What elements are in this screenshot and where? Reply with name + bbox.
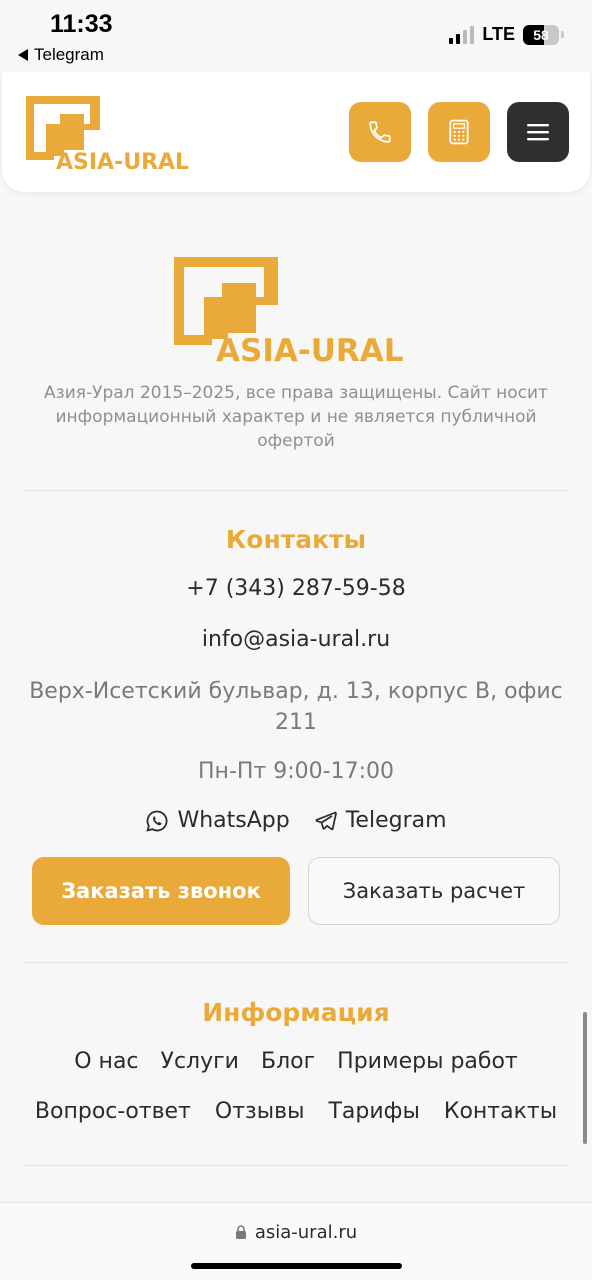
email-link[interactable]: info@asia-ural.ru: [0, 627, 592, 652]
nav-link-contacts[interactable]: Контакты: [444, 1099, 557, 1124]
url-text: asia-ural.ru: [254, 1222, 358, 1243]
calculator-icon: [449, 119, 469, 145]
phone-icon: [369, 121, 391, 143]
back-app-label: Telegram: [34, 45, 104, 64]
info-links-row-2: Вопрос-ответ Отзывы Тарифы Контакты: [0, 1099, 592, 1124]
back-arrow-icon: [18, 49, 28, 61]
nav-link-faq[interactable]: Вопрос-ответ: [35, 1099, 191, 1124]
status-bar: 11:33 Telegram LTE 58: [0, 0, 592, 70]
back-to-telegram[interactable]: Telegram: [18, 45, 104, 65]
order-calculation-button[interactable]: Заказать расчет: [308, 857, 560, 925]
info-links-row-1: О нас Услуги Блог Примеры работ: [0, 1049, 592, 1074]
telegram-icon: [315, 811, 337, 830]
status-indicators: LTE 58: [449, 24, 564, 45]
phone-button[interactable]: [349, 102, 411, 162]
copyright-text: Азия-Урал 2015–2025, все права защищены.…: [44, 383, 548, 451]
footer-logo[interactable]: ASIA-URAL: [172, 255, 422, 369]
nav-link-about[interactable]: О нас: [74, 1049, 138, 1074]
address-text: Верх-Исетский бульвар, д. 13, корпус В, …: [29, 679, 563, 735]
scrollbar[interactable]: [583, 1012, 587, 1144]
header-logo[interactable]: ASIA-URAL: [24, 94, 204, 176]
order-call-button[interactable]: Заказать звонок: [32, 857, 290, 925]
footer-logo-text: ASIA-URAL: [216, 333, 404, 365]
status-time: 11:33: [50, 10, 113, 38]
telegram-label: Telegram: [345, 808, 447, 833]
url-display[interactable]: asia-ural.ru: [0, 1222, 592, 1243]
signal-icon: [449, 25, 475, 44]
battery-icon: 58: [523, 24, 559, 45]
header-logo-text: ASIA-URAL: [56, 150, 189, 172]
working-hours: Пн-Пт 9:00-17:00: [198, 759, 394, 784]
site-header: ASIA-URAL: [2, 72, 590, 192]
lock-icon: [235, 1225, 246, 1239]
nav-link-pricing[interactable]: Тарифы: [328, 1099, 419, 1124]
network-label: LTE: [482, 24, 515, 44]
browser-address-bar[interactable]: asia-ural.ru: [0, 1202, 592, 1280]
home-indicator[interactable]: [191, 1263, 402, 1269]
nav-link-blog[interactable]: Блог: [261, 1049, 315, 1074]
nav-link-services[interactable]: Услуги: [161, 1049, 239, 1074]
phone-link[interactable]: +7 (343) 287-59-58: [0, 576, 592, 601]
divider: [24, 490, 568, 491]
calculator-button[interactable]: [428, 102, 490, 162]
asia-ural-logo-icon: ASIA-URAL: [26, 96, 189, 175]
whatsapp-link[interactable]: WhatsApp: [145, 808, 290, 833]
menu-button[interactable]: [507, 102, 569, 162]
divider: [24, 962, 568, 963]
contacts-title: Контакты: [225, 525, 367, 554]
telegram-link[interactable]: Telegram: [314, 808, 447, 833]
divider: [24, 1165, 568, 1166]
menu-icon: [527, 124, 549, 141]
messenger-links: WhatsApp Telegram: [0, 808, 592, 833]
whatsapp-label: WhatsApp: [177, 808, 290, 833]
whatsapp-icon: [146, 810, 168, 832]
nav-link-portfolio[interactable]: Примеры работ: [337, 1049, 518, 1074]
information-title: Информация: [202, 998, 390, 1027]
battery-level: 58: [533, 26, 549, 43]
asia-ural-logo-icon: ASIA-URAL: [174, 257, 404, 369]
nav-link-reviews[interactable]: Отзывы: [215, 1099, 305, 1124]
